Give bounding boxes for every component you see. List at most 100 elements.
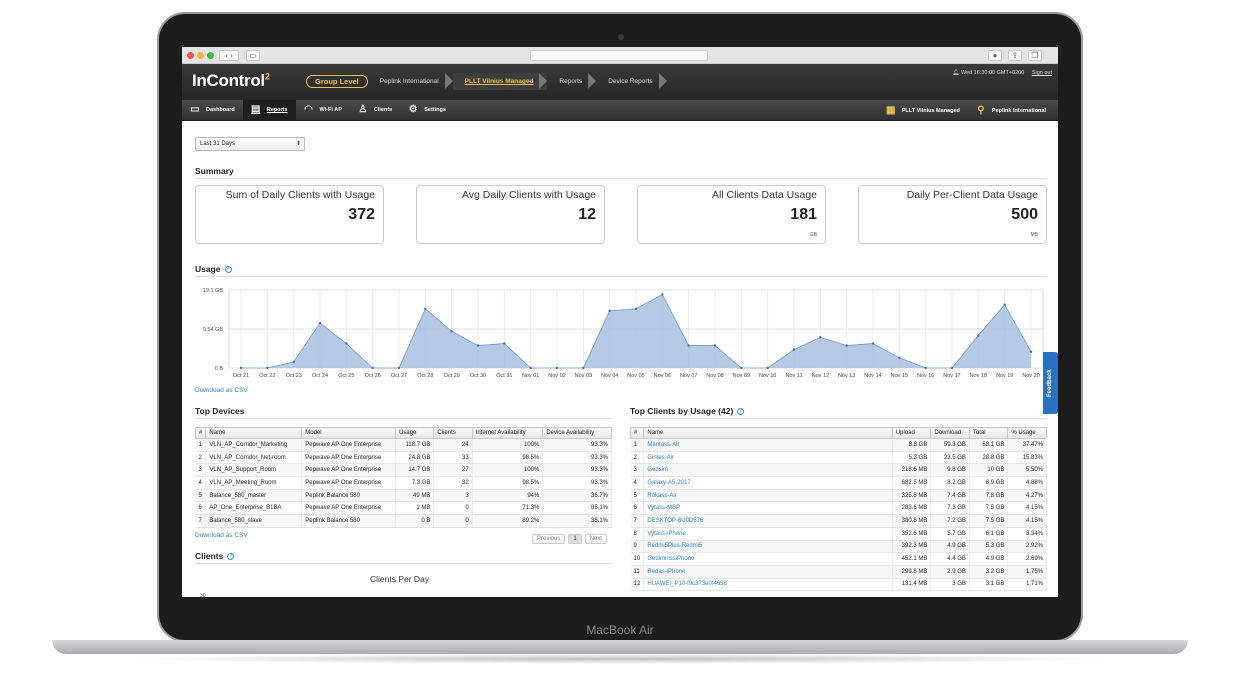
address-bar[interactable] [530,50,708,61]
column-header[interactable]: # [629,427,645,439]
usage-heading: Usage? [195,264,232,274]
table-cell[interactable]: Vytass-MBP [643,501,893,516]
data-point [582,366,585,370]
help-icon[interactable]: ? [224,266,232,274]
help-icon[interactable]: ? [737,408,745,416]
devices-download-csv[interactable]: Download as CSV [195,532,248,539]
nav-org-switch[interactable]: ⚲ Peplink International [968,100,1054,121]
table-cell: 1.71% [1007,578,1047,592]
data-point [608,309,611,313]
usage-download-csv[interactable]: Download as CSV [195,387,248,394]
breadcrumb-device-reports[interactable]: Device Reports [596,73,668,90]
nav-group-switch[interactable]: ▦ PLLT Vilnius Managed [878,100,968,121]
y-tick-label: 9.54 GB [203,327,224,333]
nav-clients[interactable]: ♙ Clients [350,100,400,121]
column-header[interactable]: Upload [891,427,932,439]
document-icon: ▤ [251,104,261,115]
x-tick-label: Nov 15 [891,373,908,379]
top-clients-heading-text: Top Clients by Usage (42) [630,406,734,416]
x-tick-label: Nov 03 [575,373,592,379]
feedback-button[interactable]: Feedback [1043,352,1058,414]
nav-wifi-ap[interactable]: ◠ Wi-Fi AP [296,100,350,121]
nav-settings[interactable]: ⚙ Settings [400,100,454,121]
org-icon: ⚲ [977,104,985,116]
nav-reports[interactable]: ▤ Reports [242,99,296,121]
table-cell: 5 [630,489,645,503]
table-cell[interactable]: HUAWEI_P10-f9c373e0f4658 [643,578,893,592]
back-forward-icon[interactable]: ‹ › [219,50,239,61]
table-cell[interactable]: Gintes-Air [643,451,893,465]
table-cell: 59.3 GB [930,438,970,452]
stage: MacBook Air ‹ › ▭ ● ⇪ ❐ InControl2 Group… [0,0,1240,686]
data-point [687,344,690,347]
column-header[interactable]: % Usage [1007,427,1047,439]
breadcrumb-reports[interactable]: Reports [547,73,596,90]
column-header[interactable]: Usage [395,427,435,439]
x-tick-label: Nov 07 [680,373,697,379]
user-icon: ♙ [358,104,368,115]
column-header[interactable]: Download [930,427,970,439]
close-window-icon[interactable] [187,52,194,59]
table-cell: 0 B [395,514,435,528]
table-cell: 4 [195,476,207,490]
data-point [740,366,743,370]
table-cell: 1 [630,438,645,452]
table-cell: VLN_AP_Corridor_Marketing [205,438,303,452]
column-header[interactable]: Internet Availability [471,427,544,439]
nav-dashboard[interactable]: ▭ Dashboard [182,100,243,121]
table-header-row: # Name Upload Download Total% Usage [629,427,1047,439]
data-point [766,366,769,370]
bell-icon[interactable]: 🔔︎ [952,70,959,76]
date-range-select[interactable]: Last 31 Days [195,137,305,151]
column-header[interactable]: Total [968,427,1009,439]
pager-previous-button[interactable]: Previous [532,534,566,544]
table-cell: 14.7 GB [395,463,435,478]
table-cell: 2.69% [1007,552,1047,566]
table-cell[interactable]: Redmi5Plus-Redmi5 [643,540,893,554]
table-cell: VLN_AP_Support_Room [205,463,303,478]
data-point [397,366,401,370]
table-cell[interactable]: DESKTOP-6U0D576 [643,514,893,528]
card-title: Daily Per-Client Data Usage [906,189,1038,201]
table-cell[interactable]: Mantass-Air [643,438,893,452]
table-cell[interactable]: Rokass-Air [643,489,893,503]
download-icon[interactable]: ● [988,50,1002,61]
share-icon[interactable]: ⇪ [1008,50,1022,61]
laptop-shadow [120,654,1120,664]
column-header[interactable]: Name [643,427,893,439]
sidebar-icon[interactable]: ▭ [246,50,260,61]
column-header[interactable]: # [194,427,207,439]
breadcrumb-organization[interactable]: Peplink International [368,73,453,90]
breadcrumb-group[interactable]: PLLT Vilnius Managed [452,73,548,90]
minimize-window-icon[interactable] [197,52,204,59]
table-row: 3 VLN_AP_Support_Room Pepwave AP One Enter… [195,463,612,478]
column-header[interactable]: Name [205,427,303,439]
tabs-icon[interactable]: ❐ [1028,50,1042,61]
table-cell[interactable]: Vytass-iPhone [643,527,893,541]
table-cell[interactable]: Galaxy-A5-2017 [643,476,893,490]
table-row: 5 Balance_580_master Peplink Balance 580 49… [195,489,612,503]
column-header[interactable]: Device Availability [542,427,612,439]
pager-page-button[interactable]: 1 [568,534,582,544]
table-cell: 325.8 MB [892,489,932,503]
column-header[interactable]: Clients [433,427,473,439]
table-cell: 98.5% [472,476,544,490]
table-cell[interactable]: Gedsim [643,463,893,478]
column-header[interactable]: Model [301,427,397,439]
breadcrumb-group-level[interactable]: Group Level [306,75,368,88]
table-cell: 37.47% [1007,438,1047,452]
table-cell[interactable]: Redas-iPhone [643,565,893,579]
sign-out-link[interactable]: Sign out [1032,70,1052,76]
y-tick-label: 0 B [215,366,224,372]
table-cell[interactable]: GediminssiPhone [643,552,893,566]
table-cell: 98.5% [472,451,544,465]
zoom-window-icon[interactable] [207,52,214,59]
table-row: 4 Galaxy-A5-2017 682.5 MB 8.2 GB 8.9 GB 4.88% [630,476,1047,490]
app-logo[interactable]: InControl2 [192,71,270,91]
table-cell: 6 [195,501,207,516]
table-cell: 6 [630,501,645,516]
table-row: 10 GediminssiPhone 452.1 MB 4.4 GB 4.9 GB 2.6… [630,552,1047,566]
help-icon[interactable]: ? [227,553,235,561]
pager-next-button[interactable]: Next [584,534,608,544]
card-value: 181 [790,206,817,223]
